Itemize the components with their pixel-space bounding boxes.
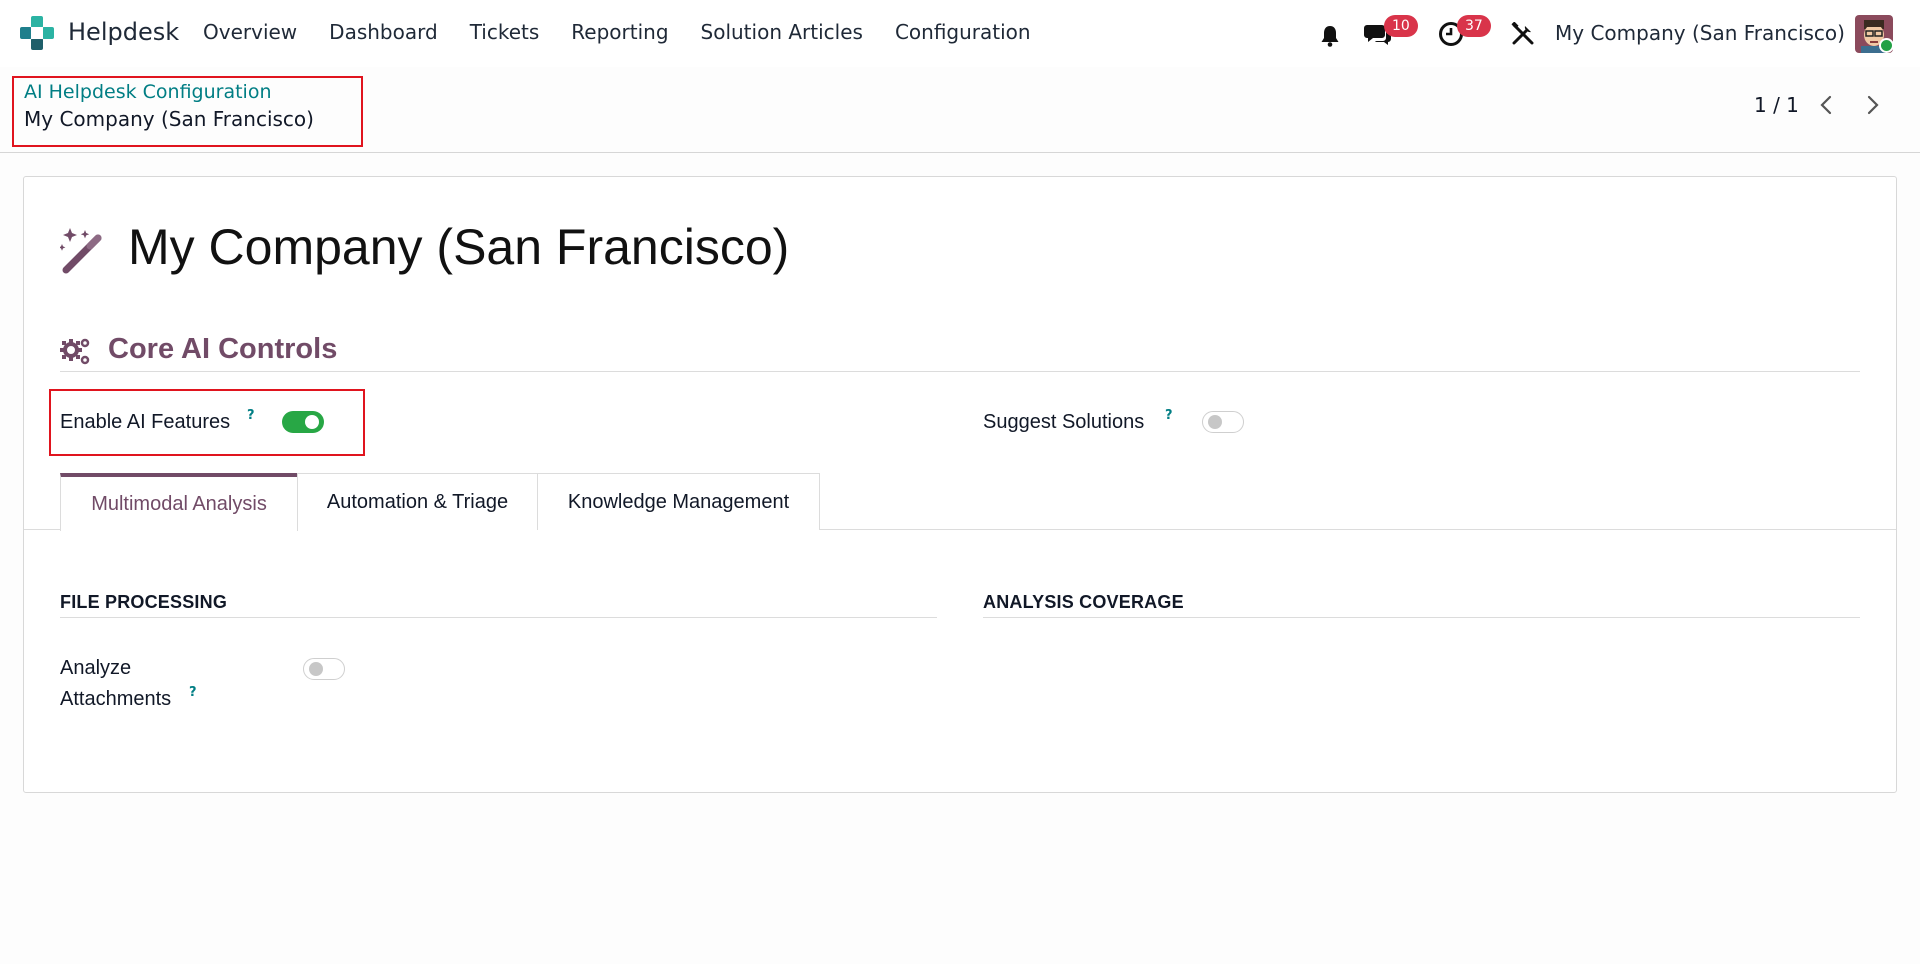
menu-solution-articles[interactable]: Solution Articles bbox=[701, 20, 863, 44]
pager-value[interactable]: 1 / 1 bbox=[1754, 93, 1799, 117]
messages-count-badge: 10 bbox=[1384, 15, 1418, 37]
tab-knowledge-management[interactable]: Knowledge Management bbox=[537, 473, 820, 530]
helpdesk-logo-icon[interactable] bbox=[20, 16, 54, 50]
main-menu: Overview Dashboard Tickets Reporting Sol… bbox=[203, 20, 1063, 44]
app-name[interactable]: Helpdesk bbox=[68, 18, 179, 46]
breadcrumb-current: My Company (San Francisco) bbox=[24, 107, 314, 131]
group-title-file-processing: FILE PROCESSING bbox=[60, 592, 228, 612]
pager-previous-icon[interactable] bbox=[1811, 89, 1841, 121]
menu-tickets[interactable]: Tickets bbox=[470, 20, 540, 44]
activities-count-badge: 37 bbox=[1457, 15, 1491, 37]
section-divider bbox=[60, 371, 1860, 372]
analyze-attachments-toggle[interactable] bbox=[303, 658, 345, 680]
toggle-knob bbox=[309, 662, 323, 676]
tab-automation-triage[interactable]: Automation & Triage bbox=[297, 473, 538, 530]
suggest-solutions-label: Suggest Solutions bbox=[983, 411, 1145, 433]
enable-ai-toggle[interactable] bbox=[282, 411, 324, 433]
pager-next-icon[interactable] bbox=[1858, 89, 1888, 121]
control-panel: AI Helpdesk Configuration My Company (Sa… bbox=[0, 67, 1920, 153]
tools-icon[interactable] bbox=[1511, 22, 1535, 46]
group-divider bbox=[983, 617, 1860, 618]
toggle-knob bbox=[305, 415, 319, 429]
section-title: Core AI Controls bbox=[108, 333, 338, 365]
menu-overview[interactable]: Overview bbox=[203, 20, 297, 44]
online-status-indicator bbox=[1879, 38, 1894, 53]
group-title-analysis-coverage: ANALYSIS COVERAGE bbox=[983, 592, 1184, 612]
top-navbar: Helpdesk Overview Dashboard Tickets Repo… bbox=[0, 0, 1920, 67]
analyze-attachments-label-line1: Analyze bbox=[60, 657, 132, 679]
analyze-attachments-help-icon[interactable]: ? bbox=[189, 685, 197, 700]
enable-ai-label: Enable AI Features bbox=[60, 411, 231, 433]
record-title: My Company (San Francisco) bbox=[128, 219, 790, 275]
magic-wand-icon bbox=[60, 228, 102, 274]
breadcrumb-parent-link[interactable]: AI Helpdesk Configuration bbox=[24, 81, 272, 103]
tab-multimodal-analysis[interactable]: Multimodal Analysis bbox=[60, 473, 298, 531]
gears-icon bbox=[60, 338, 90, 365]
toggle-knob bbox=[1208, 415, 1222, 429]
group-divider bbox=[60, 617, 937, 618]
bell-icon[interactable] bbox=[1320, 25, 1340, 47]
suggest-solutions-help-icon[interactable]: ? bbox=[1165, 408, 1173, 423]
suggest-solutions-toggle[interactable] bbox=[1202, 411, 1244, 433]
menu-reporting[interactable]: Reporting bbox=[571, 20, 668, 44]
menu-configuration[interactable]: Configuration bbox=[895, 20, 1031, 44]
menu-dashboard[interactable]: Dashboard bbox=[329, 20, 438, 44]
analyze-attachments-label-line2: Attachments bbox=[60, 688, 172, 710]
enable-ai-help-icon[interactable]: ? bbox=[247, 408, 255, 423]
company-switcher[interactable]: My Company (San Francisco) bbox=[1555, 21, 1845, 45]
